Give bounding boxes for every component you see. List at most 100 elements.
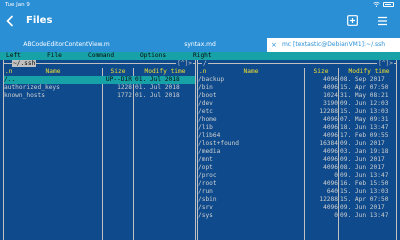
file-size: UP--DIR xyxy=(105,76,132,83)
file-row-selected[interactable]: /.. UP--DIR 01. Jul 2018 xyxy=(4,76,195,84)
file-row[interactable]: /etc 12288 15. Jun 13:03 xyxy=(198,108,396,116)
file-name: /lib xyxy=(198,124,213,131)
file-size: 12288 xyxy=(319,196,338,203)
right-panel-path: / xyxy=(202,60,208,67)
file-name: /.. xyxy=(4,76,16,83)
file-row[interactable]: /sys 0 09. Jun 13:47 xyxy=(198,212,396,220)
file-size: 4096 xyxy=(323,180,338,187)
file-name: /sys xyxy=(198,212,213,219)
file-size: 4096 xyxy=(323,84,338,91)
panel-border xyxy=(198,63,396,64)
file-name: /backup xyxy=(198,76,225,83)
tab-terminal-label: mc [textastic@DebianVM1]:~/.ssh xyxy=(281,41,386,48)
file-name: /media xyxy=(198,148,221,155)
menu-list-icon[interactable] xyxy=(377,16,388,26)
file-modify-time: 18. Jun 13:47 xyxy=(340,124,389,131)
file-row[interactable]: /opt 4096 08. Jun 2017 xyxy=(198,164,396,172)
left-panel[interactable]: ~/.ssh [^]> .n Name Size Modify time /..… xyxy=(3,60,196,240)
file-size: 1228 xyxy=(117,84,132,91)
file-size: 4096 xyxy=(323,164,338,171)
file-row[interactable]: /sbin 12288 15. Apr 07:50 xyxy=(198,196,396,204)
tab-bar: ABCodeEditorContentView.m syntax.md × mc… xyxy=(0,38,400,52)
file-modify-time: 09. Jun 2017 xyxy=(340,156,385,163)
file-row[interactable]: /bin 4096 15. Apr 07:50 xyxy=(198,84,396,92)
file-row[interactable]: /proc 0 09. Jun 13:47 xyxy=(198,172,396,180)
file-size: 4096 xyxy=(323,132,338,139)
file-row[interactable]: authorized_keys 1228 01. Jul 2018 xyxy=(4,84,195,92)
file-name: /etc xyxy=(198,108,213,115)
file-modify-time: 15. Jun 13:03 xyxy=(340,188,389,195)
file-name: /mnt xyxy=(198,156,213,163)
column-header-size[interactable]: Size xyxy=(104,68,132,76)
nav-title: Files xyxy=(26,15,53,26)
mc-menu-left[interactable]: Left xyxy=(6,52,21,60)
file-name: /lost+found xyxy=(198,140,239,147)
wifi-icon xyxy=(373,2,380,7)
mc-menu-options[interactable]: Options xyxy=(140,52,166,60)
file-modify-time: 01. Jul 2018 xyxy=(135,84,180,91)
navigation-bar: Tue Jan 9 Files xyxy=(0,0,400,38)
mc-menu-right[interactable]: Right xyxy=(193,52,212,60)
file-row[interactable]: /run 640 15. Jun 13:03 xyxy=(198,188,396,196)
file-modify-time: 16. Feb 15:50 xyxy=(340,180,389,187)
right-panel[interactable]: / [^]> .n Name Size Modify time /backup 4… xyxy=(197,60,397,240)
file-row[interactable]: /lib 4096 18. Jun 13:47 xyxy=(198,124,396,132)
mc-menu-file[interactable]: File xyxy=(47,52,62,60)
tab-syntax-md[interactable]: syntax.md xyxy=(133,38,267,52)
tab-terminal[interactable]: × mc [textastic@DebianVM1]:~/.ssh xyxy=(267,38,400,52)
right-panel-corner[interactable]: [^]> xyxy=(377,60,394,67)
file-name: /lib64 xyxy=(198,132,221,139)
file-size: 4096 xyxy=(323,156,338,163)
file-row[interactable]: /backup 4096 08. Sep 2017 xyxy=(198,76,396,84)
file-size: 4096 xyxy=(323,116,338,123)
close-tab-icon[interactable]: × xyxy=(271,38,277,52)
file-modify-time: 09. Jun 2017 xyxy=(340,140,385,147)
file-size: 3190 xyxy=(323,100,338,107)
file-size: 4096 xyxy=(323,124,338,131)
file-name: /bin xyxy=(198,84,213,91)
new-document-icon[interactable] xyxy=(347,15,358,26)
file-size: 4096 xyxy=(323,204,338,211)
back-chevron-icon[interactable] xyxy=(6,15,14,27)
file-row[interactable]: /boot 1024 31. May 08:21 xyxy=(198,92,396,100)
file-name: /srv xyxy=(198,204,213,211)
column-header-size[interactable]: Size xyxy=(304,68,338,76)
file-modify-time: 31. May 08:21 xyxy=(340,92,389,99)
file-size: 16384 xyxy=(319,140,338,147)
left-panel-header: .n Name Size Modify time xyxy=(4,68,195,76)
file-row[interactable]: /media 4096 03. Jan 19:18 xyxy=(198,148,396,156)
column-header-name[interactable]: Name xyxy=(198,68,304,76)
mc-menubar: Left File Command Options Right xyxy=(0,52,400,60)
file-modify-time: 07. May 09:31 xyxy=(340,116,389,123)
file-size: 640 xyxy=(326,188,338,195)
file-size: 1772 xyxy=(117,92,132,99)
file-size: 1024 xyxy=(323,92,338,99)
file-name: known_hosts xyxy=(4,92,45,99)
column-header-modify-time[interactable]: Modify time xyxy=(135,68,195,76)
file-row[interactable]: /lib64 4096 17. Feb 09:55 xyxy=(198,132,396,140)
left-panel-corner[interactable]: [^]> xyxy=(176,60,193,67)
terminal-view[interactable]: Left File Command Options Right ~/.ssh [… xyxy=(0,52,400,240)
column-header-name[interactable]: Name xyxy=(4,68,102,76)
file-row[interactable]: /srv 4096 09. Jun 2017 xyxy=(198,204,396,212)
tab-objc-file[interactable]: ABCodeEditorContentView.m xyxy=(0,38,133,52)
column-header-modify-time[interactable]: Modify time xyxy=(340,68,398,76)
mc-menu-command[interactable]: Command xyxy=(88,52,114,60)
left-panel-path: ~/.ssh xyxy=(12,60,37,67)
file-row[interactable]: /mnt 4096 09. Jun 2017 xyxy=(198,156,396,164)
file-modify-time: 09. Jun 2017 xyxy=(340,204,385,211)
file-row[interactable]: /lost+found 16384 09. Jun 2017 xyxy=(198,140,396,148)
file-modify-time: 09. Jun 13:47 xyxy=(340,172,389,179)
status-indicators xyxy=(373,2,394,7)
file-name: /home xyxy=(198,116,217,123)
file-modify-time: 17. Feb 09:55 xyxy=(340,132,389,139)
file-row[interactable]: /dev 3190 09. Jun 12:03 xyxy=(198,100,396,108)
file-modify-time: 15. Apr 07:50 xyxy=(340,84,389,91)
file-name: /boot xyxy=(198,92,217,99)
file-row[interactable]: /home 4096 07. May 09:31 xyxy=(198,116,396,124)
file-row[interactable]: /root 4096 16. Feb 15:50 xyxy=(198,180,396,188)
file-name: /root xyxy=(198,180,217,187)
status-bar: Tue Jan 9 xyxy=(0,0,400,10)
file-name: /proc xyxy=(198,172,217,179)
file-row[interactable]: known_hosts 1772 01. Jul 2018 xyxy=(4,92,195,100)
